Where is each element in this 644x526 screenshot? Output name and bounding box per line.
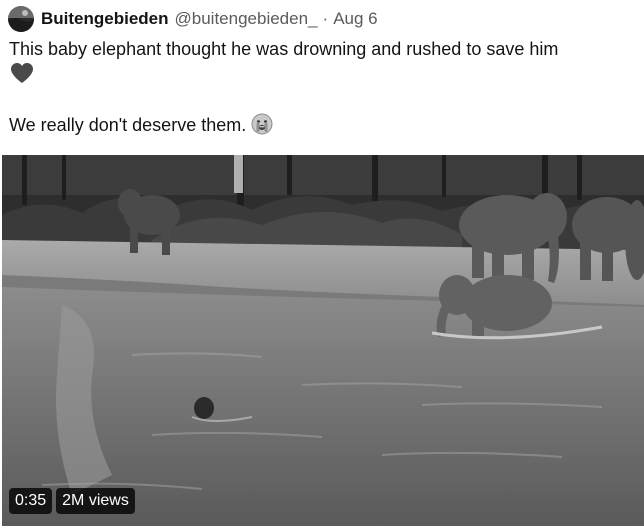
avatar[interactable] (8, 6, 34, 32)
tweet-card: Buitengebieden @buitengebieden_ · Aug 6 … (0, 0, 644, 526)
video-duration-badge: 0:35 (9, 488, 53, 514)
tweet-text-line-1: This baby elephant thought he was drowni… (9, 39, 559, 59)
crying-face-emoji-icon (251, 113, 273, 135)
tweet-header: Buitengebieden @buitengebieden_ · Aug 6 (8, 6, 378, 32)
user-handle[interactable]: @buitengebieden_ (175, 9, 318, 29)
heart-emoji-icon (10, 62, 34, 84)
separator-dot: · (322, 9, 329, 28)
video-frame (2, 155, 644, 526)
tweet-date[interactable]: Aug 6 (333, 9, 377, 29)
video-player[interactable]: 0:35 2M views (2, 155, 644, 526)
tweet-text-line-2-text: We really don't deserve them. (9, 115, 247, 135)
display-name[interactable]: Buitengebieden (41, 9, 169, 29)
tweet-text-line-2: We really don't deserve them. (9, 113, 273, 136)
video-views-badge: 2M views (56, 488, 135, 514)
video-badges: 0:35 2M views (9, 488, 135, 514)
